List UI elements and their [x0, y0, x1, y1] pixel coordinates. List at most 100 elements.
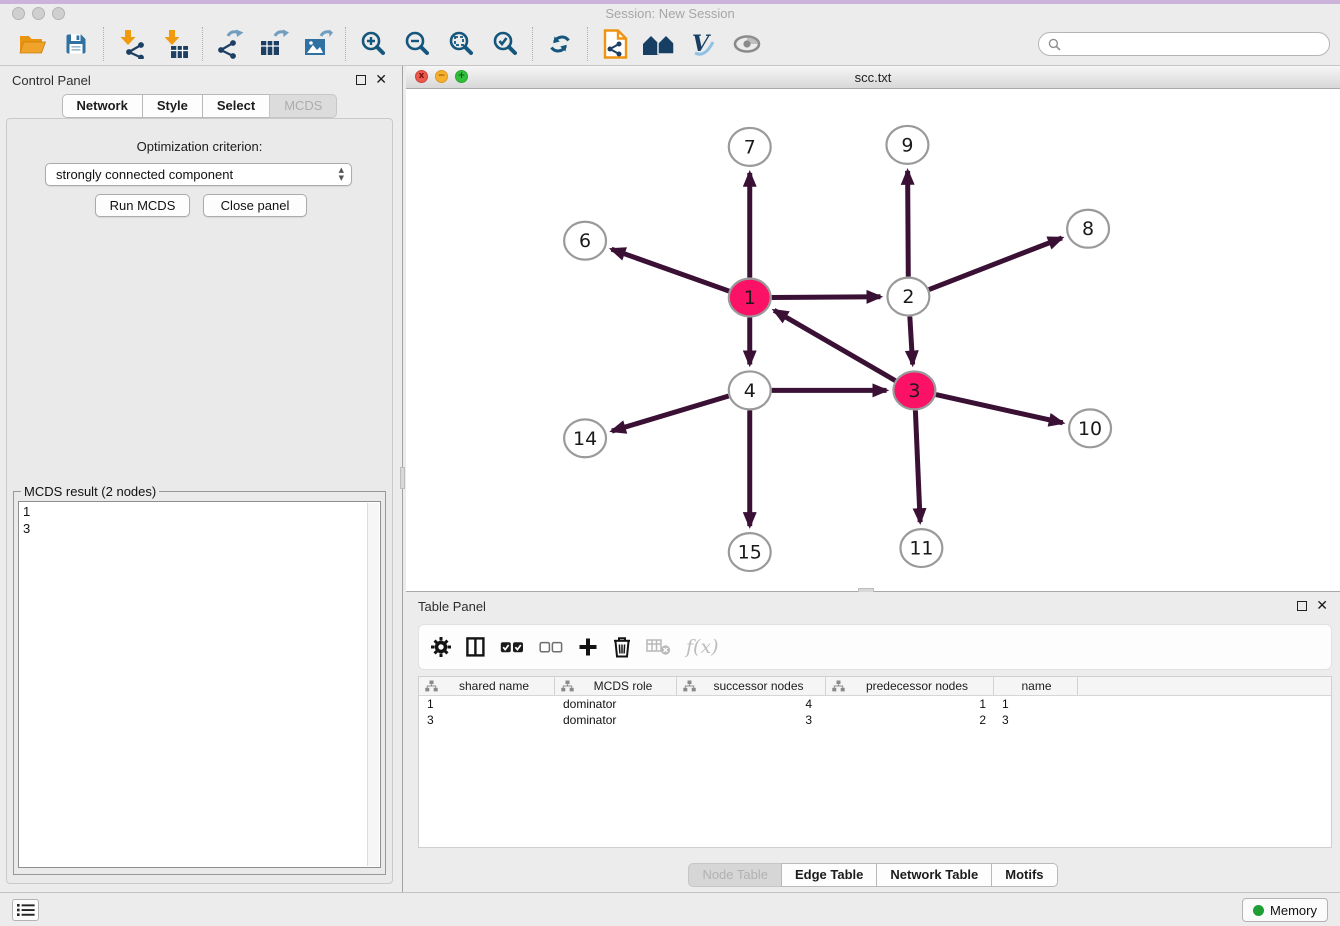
tab-style[interactable]: Style — [142, 94, 202, 118]
toggle-column-view-button[interactable] — [466, 637, 485, 657]
window-controls — [12, 7, 65, 20]
export-network-icon — [215, 29, 245, 59]
column-header-predecessor-nodes[interactable]: predecessor nodes — [826, 677, 994, 695]
svg-text:7: 7 — [744, 136, 756, 158]
search-input[interactable] — [1067, 37, 1320, 52]
graph-edge-1-6[interactable] — [611, 249, 729, 291]
zoom-in-button[interactable] — [351, 25, 395, 63]
control-panel-float-button[interactable] — [356, 75, 366, 85]
splitter-handle[interactable] — [400, 467, 405, 489]
network-close-button[interactable]: x — [415, 70, 428, 83]
network-minimize-button[interactable]: − — [435, 70, 448, 83]
tab-edge-table[interactable]: Edge Table — [781, 863, 876, 887]
mcds-result-list[interactable]: 1 3 — [18, 501, 381, 868]
graph-node-9[interactable]: 9 — [886, 126, 928, 164]
graph-edge-3-10[interactable] — [936, 395, 1063, 423]
zoom-fit-button[interactable] — [439, 25, 483, 63]
export-image-button[interactable] — [296, 25, 340, 63]
table-row[interactable]: 1 dominator 4 1 1 — [419, 696, 1331, 712]
document-share-icon — [602, 29, 628, 59]
graph-edge-2-8[interactable] — [929, 238, 1062, 290]
homes-button[interactable] — [637, 25, 681, 63]
graph-node-4[interactable]: 4 — [729, 371, 771, 409]
toolbar-separator — [202, 27, 203, 61]
window-close-button[interactable] — [12, 7, 25, 20]
tab-network-table[interactable]: Network Table — [876, 863, 991, 887]
tab-network[interactable]: Network — [62, 94, 142, 118]
deselect-all-icon — [539, 641, 563, 654]
window-title: Session: New Session — [605, 6, 734, 21]
run-mcds-button[interactable]: Run MCDS — [95, 194, 190, 217]
fx-icon: f(x) — [686, 636, 719, 658]
optimization-criterion-select[interactable]: strongly connected component ▲▼ — [45, 163, 352, 186]
table-panel-close-button[interactable]: ✕ — [1316, 601, 1328, 611]
column-header-shared-name[interactable]: shared name — [419, 677, 555, 695]
close-panel-button[interactable]: Close panel — [203, 194, 307, 217]
zoom-selected-button[interactable] — [483, 25, 527, 63]
graph-node-14[interactable]: 14 — [564, 419, 606, 457]
window-zoom-button[interactable] — [52, 7, 65, 20]
graph-edge-3-11[interactable] — [915, 410, 920, 522]
graph-edge-4-14[interactable] — [612, 396, 729, 431]
select-all-button[interactable] — [500, 641, 524, 654]
column-header-name[interactable]: name — [994, 677, 1078, 695]
column-header-successor-nodes[interactable]: successor nodes — [677, 677, 826, 695]
cell-predecessor-nodes: 1 — [826, 697, 994, 711]
graph-node-8[interactable]: 8 — [1067, 210, 1109, 248]
delete-table-icon — [646, 638, 671, 656]
vertical-splitter[interactable] — [399, 66, 406, 892]
graph-node-1[interactable]: 1 — [729, 279, 771, 317]
cell-successor-nodes: 4 — [677, 697, 826, 711]
graph-edge-2-9[interactable] — [908, 171, 909, 277]
network-canvas[interactable]: 7 9 6 8 1 2 4 3 14 10 15 11 — [406, 89, 1340, 591]
graph-node-6[interactable]: 6 — [564, 222, 606, 260]
graph-node-11[interactable]: 11 — [900, 529, 942, 567]
tab-mcds[interactable]: MCDS — [269, 94, 337, 118]
v-swoosh-button[interactable]: V — [681, 25, 725, 63]
graph-edge-2-3[interactable] — [910, 317, 913, 365]
new-network-from-selection-button[interactable] — [593, 25, 637, 63]
svg-text:11: 11 — [909, 538, 933, 560]
table-settings-button[interactable] — [431, 637, 451, 657]
save-session-button[interactable] — [54, 25, 98, 63]
memory-button[interactable]: Memory — [1242, 898, 1328, 922]
tab-select[interactable]: Select — [202, 94, 269, 118]
table-panel-float-button[interactable] — [1297, 601, 1307, 611]
column-view-icon — [466, 637, 485, 657]
network-window-controls: x − + — [415, 70, 468, 83]
control-panel-close-button[interactable]: ✕ — [375, 75, 387, 85]
delete-column-button[interactable] — [613, 636, 631, 658]
window-minimize-button[interactable] — [32, 7, 45, 20]
import-network-button[interactable] — [109, 25, 153, 63]
import-table-button[interactable] — [153, 25, 197, 63]
graph-node-3[interactable]: 3 — [893, 371, 935, 409]
export-table-button[interactable] — [252, 25, 296, 63]
graph-node-10[interactable]: 10 — [1069, 409, 1111, 447]
graph-edge-1-2[interactable] — [772, 297, 881, 298]
tab-node-table[interactable]: Node Table — [688, 863, 781, 887]
export-network-button[interactable] — [208, 25, 252, 63]
column-header-mcds-role[interactable]: MCDS role — [555, 677, 677, 695]
graph-node-2[interactable]: 2 — [887, 278, 929, 316]
network-zoom-button[interactable]: + — [455, 70, 468, 83]
control-panel: Control Panel ✕ Network Style Select MCD… — [0, 66, 399, 892]
add-column-button[interactable] — [578, 637, 598, 657]
search-field[interactable] — [1038, 32, 1330, 56]
visibility-button[interactable] — [725, 25, 769, 63]
refresh-button[interactable] — [538, 25, 582, 63]
task-history-button[interactable] — [12, 899, 39, 921]
function-builder-button[interactable]: f(x) — [686, 636, 719, 658]
result-scrollbar[interactable] — [367, 503, 379, 866]
table-row[interactable]: 3 dominator 3 2 3 — [419, 712, 1331, 728]
delete-table-button[interactable] — [646, 638, 671, 656]
network-graph[interactable]: 7 9 6 8 1 2 4 3 14 10 15 11 — [406, 89, 1340, 591]
network-window-title: scc.txt — [855, 70, 892, 85]
graph-edge-3-1[interactable] — [774, 310, 895, 380]
graph-node-7[interactable]: 7 — [729, 128, 771, 166]
graph-node-15[interactable]: 15 — [729, 533, 771, 571]
deselect-all-button[interactable] — [539, 641, 563, 654]
tab-motifs[interactable]: Motifs — [991, 863, 1057, 887]
zoom-out-button[interactable] — [395, 25, 439, 63]
network-view-window: x − + scc.txt 7 9 6 8 1 2 4 3 14 10 15 11 — [406, 66, 1340, 592]
open-session-button[interactable] — [10, 25, 54, 63]
